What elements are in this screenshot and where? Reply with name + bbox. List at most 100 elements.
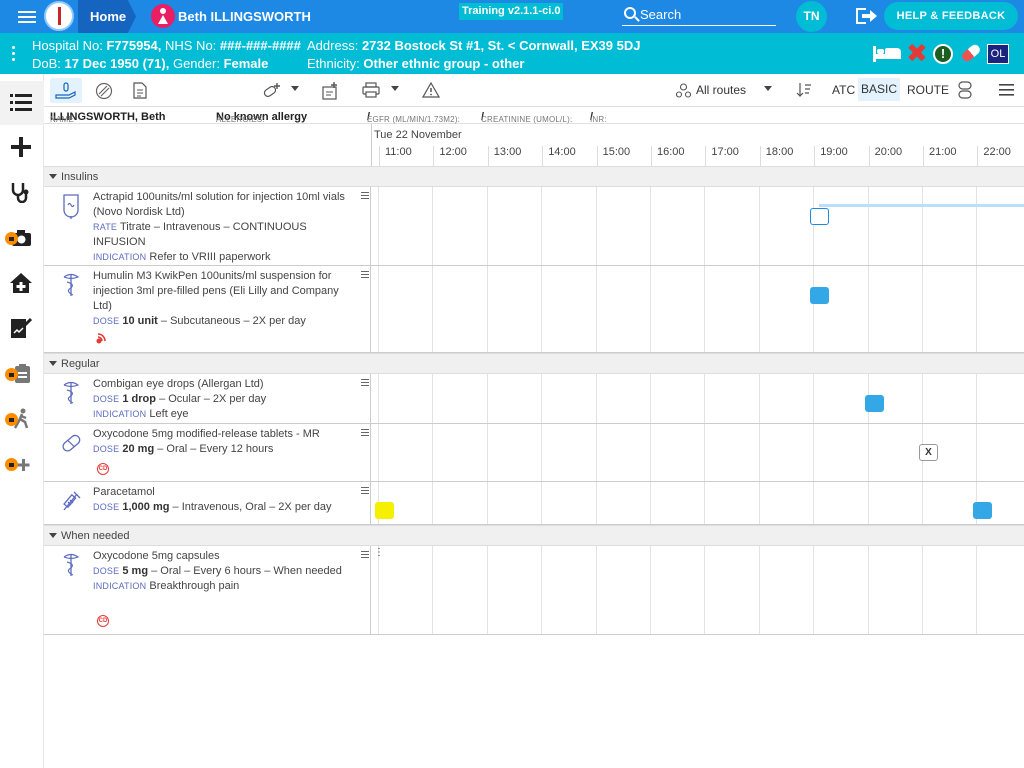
section-title: When needed (61, 530, 130, 542)
hour-divider (923, 146, 924, 166)
hour-divider (542, 146, 544, 166)
nav-list[interactable] (0, 81, 44, 125)
routes-dropdown-icon[interactable] (764, 86, 772, 91)
add-prescription-dropdown-icon[interactable] (291, 86, 299, 91)
nav-add-locked[interactable] (0, 442, 44, 486)
patient-name-breadcrumb[interactable]: Beth ILLINGSWORTH (178, 9, 311, 24)
row-menu-icon[interactable] (361, 429, 369, 438)
administer-button[interactable] (50, 78, 82, 103)
section-regular[interactable]: Regular (44, 353, 1024, 374)
menu-icon[interactable] (18, 8, 36, 24)
print-button[interactable] (357, 78, 383, 103)
nav-discharge[interactable] (0, 261, 44, 305)
hour-divider (977, 146, 979, 166)
sort-icon[interactable] (796, 82, 812, 98)
document-button[interactable] (128, 78, 152, 103)
infusion-bar[interactable] (819, 204, 1024, 207)
alert-icon[interactable]: ! (933, 44, 953, 64)
row-menu-icon[interactable] (361, 192, 369, 201)
section-insulins[interactable]: Insulins (44, 166, 1024, 187)
nav-activity-locked[interactable] (0, 397, 44, 441)
more-vertical-icon[interactable] (12, 46, 16, 64)
med-row-humulin[interactable]: Humulin M3 KwikPen 100units/ml suspensio… (44, 266, 1024, 353)
med-name: Humulin M3 KwikPen 100units/ml suspensio… (93, 270, 339, 312)
med-indication: INDICATION Left eye (93, 408, 189, 420)
collapse-caret-icon[interactable] (49, 174, 57, 179)
med-info[interactable]: Paracetamol DOSE 1,000 mg – Intravenous,… (44, 482, 371, 524)
med-info[interactable]: Actrapid 100units/ml solution for inject… (44, 187, 371, 265)
hour-tick-label: 13:00 (493, 146, 522, 158)
dose-marker-open[interactable] (810, 208, 829, 225)
collapse-caret-icon[interactable] (49, 361, 57, 366)
chart-toolbar: All routes ATC BASIC ROUTE (44, 74, 1024, 107)
patient-ethnicity: Ethnicity: Other ethnic group - other (307, 56, 525, 71)
med-row-oxycodone-mr[interactable]: Oxycodone 5mg modified-release tablets -… (44, 424, 1024, 482)
print-dropdown-icon[interactable] (391, 86, 399, 91)
search-input[interactable] (640, 5, 772, 23)
med-info[interactable]: Combigan eye drops (Allergan Ltd) DOSE 1… (44, 374, 371, 423)
row-menu-icon[interactable] (361, 487, 369, 496)
ol-badge[interactable]: OL (987, 44, 1009, 64)
caduceus-icon (63, 381, 80, 404)
help-feedback-button[interactable]: HELP & FEEDBACK (884, 2, 1018, 30)
info-name: NAME ILLINGSWORTH, Beth (50, 111, 166, 124)
hospital-number: Hospital No: F775954, NHS No: ###-###-##… (32, 38, 301, 53)
hour-divider (814, 146, 816, 166)
med-row-actrapid[interactable]: Actrapid 100units/ml solution for inject… (44, 187, 1024, 266)
route-view-toggle[interactable]: ROUTE (907, 83, 949, 97)
dose-marker-missed[interactable]: X (919, 444, 938, 461)
info-allergies: ALLERGIES: No known allergy (216, 111, 308, 124)
atc-view-toggle[interactable]: ATC (832, 83, 855, 97)
discontinue-button[interactable] (90, 78, 118, 103)
section-when-needed[interactable]: When needed (44, 525, 1024, 546)
user-avatar[interactable]: TN (796, 1, 827, 32)
med-row-paracetamol[interactable]: Paracetamol DOSE 1,000 mg – Intravenous,… (44, 482, 1024, 525)
nav-add[interactable] (0, 125, 44, 169)
group-view-icon[interactable] (957, 81, 973, 99)
nav-camera-locked[interactable] (0, 216, 44, 260)
sign-document-icon (11, 317, 32, 338)
document-icon (133, 82, 147, 99)
infusion-bag-icon (63, 194, 79, 219)
basic-view-toggle[interactable]: BASIC (858, 78, 900, 101)
dose-marker-planned[interactable] (865, 395, 884, 412)
nav-prescribe[interactable] (0, 306, 44, 350)
hand-pill-icon (55, 82, 76, 99)
order-set-icon (322, 82, 337, 100)
app-logo[interactable] (44, 1, 74, 31)
nav-report-locked[interactable] (0, 352, 44, 396)
routes-filter[interactable]: All routes (696, 83, 746, 97)
hour-divider (596, 146, 598, 166)
dose-marker-planned[interactable] (973, 502, 992, 519)
warnings-button[interactable] (417, 78, 443, 103)
search-box[interactable] (622, 4, 776, 26)
row-menu-icon[interactable] (361, 271, 369, 280)
med-info[interactable]: Humulin M3 KwikPen 100units/ml suspensio… (44, 266, 371, 352)
order-set-button[interactable] (316, 78, 342, 103)
nav-clinical[interactable] (0, 170, 44, 214)
med-dose: DOSE 1 drop – Ocular – 2X per day (93, 393, 267, 405)
med-dose: DOSE 1,000 mg – Intravenous, Oral – 2X p… (93, 501, 332, 513)
med-info[interactable]: Oxycodone 5mg modified-release tablets -… (44, 424, 371, 481)
hour-divider (759, 146, 761, 166)
hamburger-menu-icon[interactable] (999, 84, 1014, 96)
logout-icon[interactable] (856, 8, 878, 24)
add-pill-icon (263, 83, 280, 98)
hour-tick-label: 18:00 (765, 146, 794, 158)
med-row-oxycodone-prn[interactable]: Oxycodone 5mg capsules DOSE 5 mg – Oral … (44, 546, 1024, 635)
left-nav (0, 74, 44, 768)
med-info[interactable]: Oxycodone 5mg capsules DOSE 5 mg – Oral … (44, 546, 371, 634)
home-breadcrumb-label[interactable]: Home (90, 9, 126, 24)
printer-icon (362, 82, 380, 98)
row-menu-icon[interactable] (361, 551, 369, 560)
dose-marker-planned[interactable] (810, 287, 829, 304)
row-menu-icon[interactable] (361, 379, 369, 388)
bed-icon[interactable] (873, 46, 901, 62)
collapse-caret-icon[interactable] (49, 533, 57, 538)
no-allergy-x-icon[interactable]: ✖ (906, 41, 928, 67)
add-prescription-button[interactable] (257, 78, 285, 103)
med-row-combigan[interactable]: Combigan eye drops (Allergan Ltd) DOSE 1… (44, 374, 1024, 424)
med-dose: DOSE 10 unit – Subcutaneous – 2X per day (93, 315, 306, 327)
prn-dots-marker[interactable]: ⋮ (374, 548, 384, 558)
dose-marker-due[interactable] (375, 502, 394, 519)
